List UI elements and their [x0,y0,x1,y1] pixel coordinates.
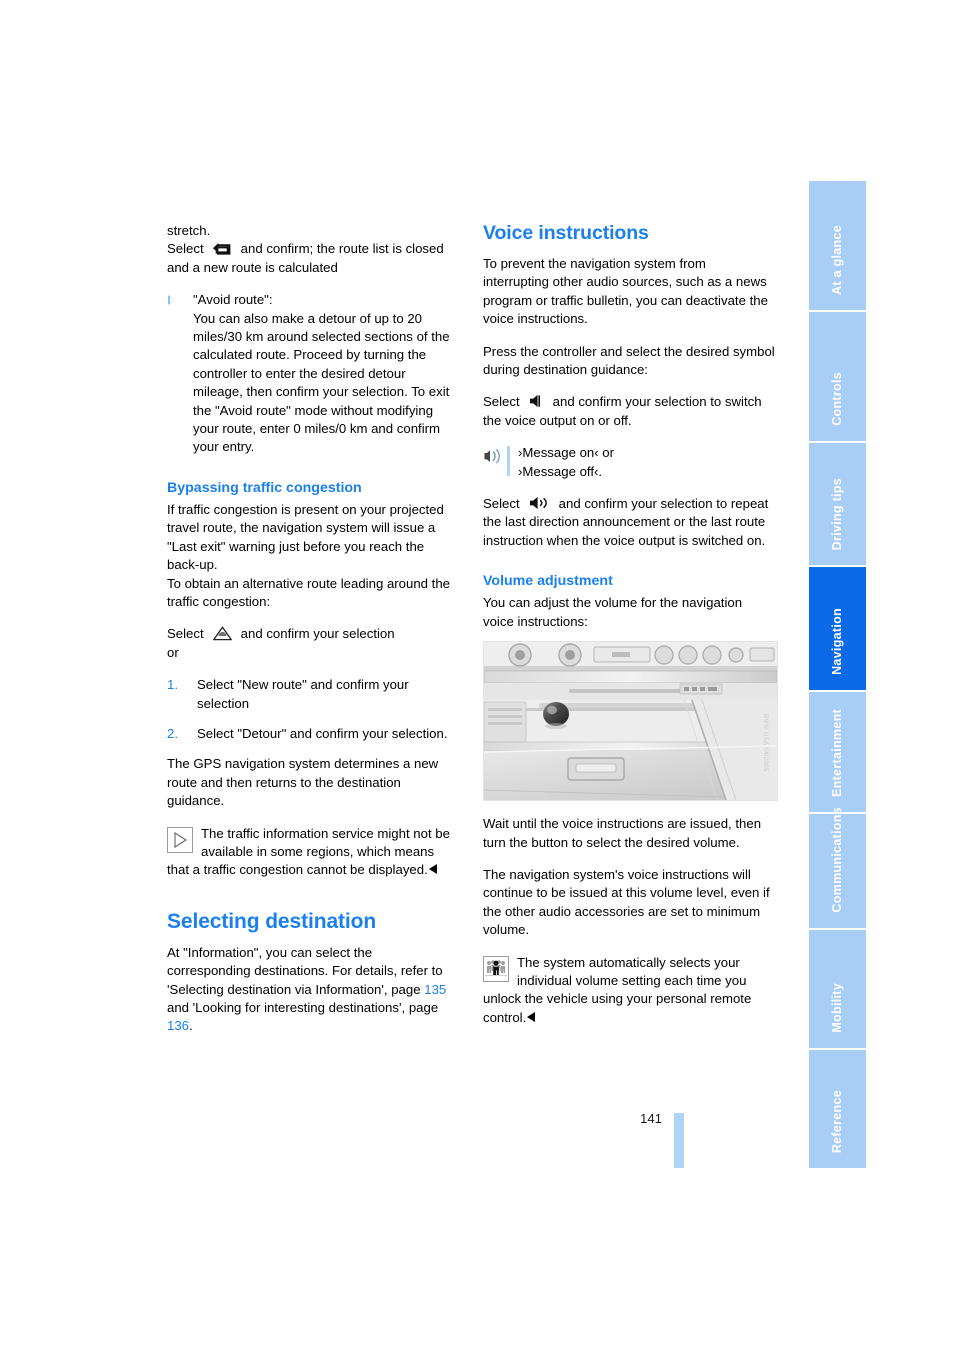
bypassing-para-2: To obtain an alternative route leading a… [167,575,451,609]
bullet-body: You can also make a detour of up to 20 m… [193,310,450,455]
note-blue-rule [507,446,510,477]
warning-triangle-icon [212,626,232,641]
tab-label-at-a-glance: At a glance [830,225,845,295]
select-label-3: Select [483,394,520,410]
tab-label-entertainment: Entertainment [830,709,845,797]
section-index-tabs: At a glance Controls Driving tips Naviga… [809,181,866,1170]
volume-para-3: The navigation system's voice instructio… [483,866,770,938]
heading-bypassing-traffic-congestion: Bypassing traffic congestion [167,479,362,496]
message-indicator-icon [483,446,510,477]
note-message-on-off: ›Message on‹ or ›Message off‹. [483,444,775,481]
select-suffix-3: and confirm your selection to switch the… [483,394,762,428]
bullet-triangle-icon [168,295,176,306]
step-2-number: 2. [167,725,178,741]
select-suffix-2: and confirm your selection [240,626,395,642]
page-number: 141 [640,1111,663,1126]
select-suffix-4: and confirm your selection to repeat the… [483,496,769,548]
select-suffix: and confirm; the route list is closed an… [167,241,444,275]
sd-part-1: At "Information", you can select the cor… [167,944,443,997]
message-glyph [483,447,502,471]
sd-part-3: . [189,1018,193,1034]
select-speaker-wave-instruction: Select and confirm your selection to repe… [483,495,775,550]
note-end-marker-2 [527,1011,536,1022]
tab-navigation[interactable]: Navigation [809,567,866,692]
center-console-volume-knob-photo: BMW USA 04/2005 [483,641,778,802]
bypassing-para-3: The GPS navigation system determines a n… [167,756,439,809]
select-return-instruction: Select and confirm; the route list is clo… [167,240,459,277]
voice-para-2: Press the controller and select the desi… [483,343,775,378]
tab-label-driving-tips: Driving tips [830,477,845,550]
note-personal-volume-text: The system automatically selects your in… [483,954,752,1025]
note-traffic-info-service: The traffic information service might no… [167,825,459,880]
tab-at-a-glance[interactable]: At a glance [809,181,866,312]
photo-watermark: BMW USA 04/2005 [762,714,768,772]
tab-driving-tips[interactable]: Driving tips [809,443,866,567]
page-ref-136: 136 [167,1018,190,1034]
step-2-text: Select "Detour" and confirm your selecti… [197,725,448,741]
tab-mobility[interactable]: Mobility [809,930,866,1050]
note-end-marker [428,864,437,875]
step-1-text: Select "New route" and confirm your sele… [197,677,409,711]
select-label-4: Select [483,496,520,512]
page-ref-135: 135 [424,981,447,997]
heading-selecting-destination: Selecting destination [167,909,377,933]
manual-page: stretch. Select and confirm; the route li… [0,0,954,1351]
tab-entertainment[interactable]: Entertainment [809,692,866,814]
tab-reference[interactable]: Reference [809,1050,866,1170]
volume-para-2: Wait until the voice instructions are is… [483,816,762,850]
selecting-destination-paragraph: At "Information", you can select the cor… [167,944,459,1036]
note-personal-volume-setting: The system automatically selects your in… [483,954,775,1028]
speaker-mute-icon [529,394,544,408]
page-number-rule [674,1113,684,1168]
tab-label-mobility: Mobility [830,983,845,1033]
heading-volume-adjustment: Volume adjustment [483,573,613,590]
tab-label-communications: Communications [830,807,845,913]
volume-para-1: You can adjust the volume for the naviga… [483,595,743,629]
message-on-line: ›Message on‹ or [518,445,615,461]
bypassing-para-1: If traffic congestion is present on your… [167,501,444,573]
left-column: stretch. Select and confirm; the route li… [167,222,459,1050]
step-2: 2. Select "Detour" and confirm your sele… [167,725,459,743]
tab-label-reference: Reference [830,1089,845,1153]
voice-para-1: To prevent the navigation system from in… [483,256,768,327]
speaker-wave-icon [529,496,550,510]
tab-controls[interactable]: Controls [809,312,866,443]
select-speaker-mute-instruction: Select and confirm your selection to swit… [483,393,775,430]
continued-line: stretch. [167,223,211,238]
note-message-text: ›Message on‹ or ›Message off‹. [518,445,614,478]
return-arrow-icon [212,242,232,256]
bullet-title: "Avoid route": [193,292,273,308]
personal-profile-icon [483,955,509,982]
step-1-number: 1. [167,677,178,693]
select-label-2: Select [167,626,204,642]
tab-communications[interactable]: Communications [809,807,866,930]
sd-part-2: and 'Looking for interesting destination… [167,1000,439,1015]
play-triangle-note-icon [167,826,193,853]
note-traffic-info-text: The traffic information service might no… [167,825,450,878]
right-column: Voice instructions To prevent the naviga… [483,222,778,1041]
select-warning-instruction: Select and confirm your selection [167,625,459,643]
tab-label-navigation: Navigation [830,608,845,675]
step-1: 1. Select "New route" and confirm your s… [167,676,459,713]
heading-voice-instructions: Voice instructions [483,222,649,244]
select-label: Select [167,241,204,257]
bullet-avoid-route: "Avoid route": You can also make a detou… [167,291,459,457]
tab-label-controls: Controls [830,372,845,426]
or-label: or [167,644,179,660]
message-off-line: ›Message off‹. [518,463,603,479]
